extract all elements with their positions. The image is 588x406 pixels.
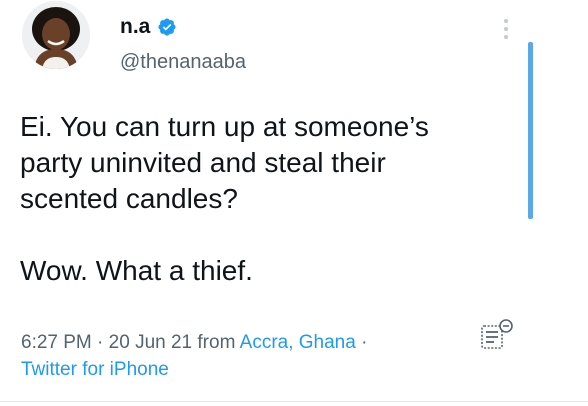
tweet-source-link[interactable]: Twitter for iPhone [21,359,169,380]
tweet-text: Ei. You can turn up at someone’s party u… [20,109,520,289]
more-dot [504,27,508,31]
tweet-metadata: 6:27 PM · 20 Jun 21 from Accra, Ghana · … [21,329,491,383]
author-handle[interactable]: @thenanaaba [120,50,246,74]
tweet-date[interactable]: 20 Jun 21 [109,332,192,353]
tweet-line: Ei. You can turn up at someone’s [20,111,429,142]
profile-photo [22,1,90,69]
tweet-location-link[interactable]: Accra, Ghana [240,332,356,353]
scrollbar-thumb[interactable] [528,42,533,219]
tweet-line: party uninvited and steal their [20,147,386,178]
verified-badge-icon [157,17,177,37]
more-dot [504,19,508,23]
tweet-line: Wow. What a thief. [20,255,253,286]
author-avatar[interactable] [22,1,90,69]
divider [0,401,588,402]
meta-from: from [192,332,240,353]
more-options-icon[interactable] [498,12,514,46]
tweet-time[interactable]: 6:27 PM [21,332,92,353]
tweet-line: scented candles? [20,183,238,214]
display-name-text: n.a [120,15,151,38]
meta-separator: · [355,332,368,353]
meta-separator: · [91,332,109,353]
more-dot [504,35,508,39]
tweet-analytics-icon[interactable] [480,318,514,352]
author-display-name[interactable]: n.a [120,15,177,39]
